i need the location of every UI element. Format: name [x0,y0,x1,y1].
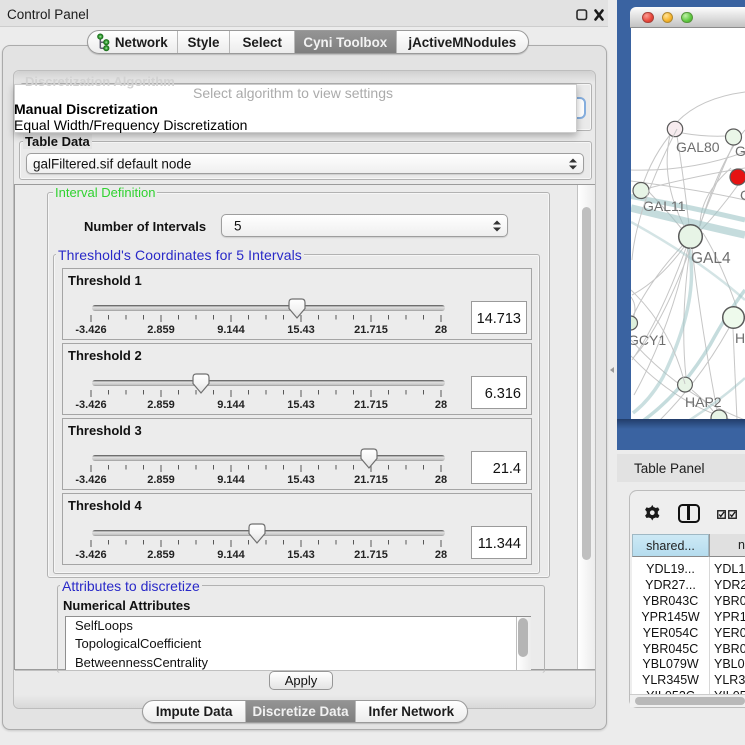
svg-text:GAL4: GAL4 [691,250,731,267]
svg-text:H: H [735,330,745,346]
svg-text:GCY1: GCY1 [631,332,666,348]
svg-text:G: G [735,143,745,159]
svg-text:HAP2: HAP2 [685,394,722,410]
svg-text:C: C [740,187,745,203]
svg-text:GAL11: GAL11 [643,198,686,214]
svg-text:GAL80: GAL80 [676,139,720,155]
